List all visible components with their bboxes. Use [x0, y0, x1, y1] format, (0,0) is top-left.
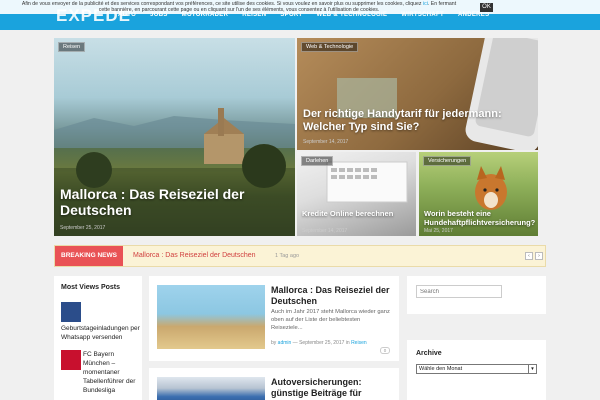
archive-month-select[interactable]: Wähle den Monat ▼: [416, 364, 537, 374]
post-card: Mallorca : Das Reiseziel der Deutschen A…: [149, 276, 399, 361]
breaking-news-label: BREAKING NEWS: [55, 246, 123, 266]
post-excerpt: Auch im Jahr 2017 steht Mallorca wieder …: [271, 309, 390, 331]
category-tag[interactable]: Versicherungen: [423, 156, 472, 166]
featured-dog-date: Mai 25, 2017: [424, 228, 453, 234]
cookie-banner: Afin de vous envoyer de la publicité et …: [0, 0, 600, 14]
search-widget: [407, 276, 546, 314]
post-card: Autoversicherungen: günstige Beiträge fü…: [149, 368, 399, 400]
post-date: — September 25, 2017 in: [291, 340, 352, 346]
post-by: by: [271, 340, 277, 346]
post-thumbnail[interactable]: [61, 302, 81, 322]
featured-main-date: September 25, 2017: [60, 225, 106, 231]
breaking-next-button[interactable]: ›: [535, 252, 543, 260]
post-category-link[interactable]: Reisen: [351, 340, 367, 346]
featured-phone-date: September 14, 2017: [303, 139, 349, 145]
breaking-news-bar: BREAKING NEWS Mallorca : Das Reiseziel d…: [54, 245, 546, 267]
category-tag[interactable]: Darlehen: [301, 156, 334, 166]
post-thumbnail[interactable]: [157, 285, 265, 349]
category-tag[interactable]: Reisen: [58, 42, 86, 52]
featured-main-tile[interactable]: Reisen Mallorca : Das Reiseziel der Deut…: [54, 38, 295, 236]
archive-select-value: Wähle den Monat: [419, 366, 463, 372]
comment-count-icon[interactable]: 0: [380, 347, 390, 354]
most-views-item-title[interactable]: FC Bayern München – momentaner Tabellenf…: [83, 350, 141, 395]
cookie-text: Afin de vous envoyer de la publicité et …: [4, 1, 474, 13]
cookie-ok-button[interactable]: OK: [480, 3, 493, 12]
archive-widget: Archive Wähle den Monat ▼: [407, 340, 546, 400]
most-views-heading: Most Views Posts: [61, 284, 121, 291]
archive-heading: Archive: [416, 350, 442, 357]
cookie-text-tail: . En fermant: [427, 1, 457, 7]
post-title[interactable]: Mallorca : Das Reiseziel der Deutschen: [271, 285, 393, 307]
cookie-text-line2: cette bannière, en parcourant cette page…: [98, 7, 380, 13]
post-author-link[interactable]: admin: [278, 340, 292, 346]
featured-laptop-date: September 14, 2017: [302, 228, 348, 234]
post-title[interactable]: Autoversicherungen: günstige Beiträge fü…: [271, 377, 393, 400]
search-input[interactable]: [416, 285, 502, 298]
featured-laptop-title[interactable]: Kredite Online berechnen: [302, 209, 414, 218]
featured-dog-title[interactable]: Worin besteht eine Hundehaftpflichtversi…: [424, 209, 538, 227]
featured-main-title[interactable]: Mallorca : Das Reiseziel der Deutschen: [60, 186, 285, 218]
most-views-item[interactable]: FC Bayern München – momentaner Tabellenf…: [61, 350, 141, 400]
post-thumbnail[interactable]: [157, 377, 265, 400]
featured-grid: Reisen Mallorca : Das Reiseziel der Deut…: [54, 38, 538, 236]
most-views-item[interactable]: Geburtstageinladungen per Whatsapp verse…: [61, 302, 141, 342]
most-views-widget: Most Views Posts Geburtstageinladungen p…: [54, 276, 142, 400]
most-views-item-title[interactable]: Geburtstageinladungen per Whatsapp verse…: [61, 324, 141, 342]
post-thumbnail[interactable]: [61, 350, 81, 370]
category-tag[interactable]: Web & Technologie: [301, 42, 359, 52]
post-meta: by admin — September 25, 2017 in Reisen: [271, 340, 367, 346]
breaking-news-time: 1 Tag ago: [275, 253, 300, 259]
featured-phone-title[interactable]: Der richtige Handytarif für jedermann: W…: [303, 108, 533, 134]
breaking-prev-button[interactable]: ‹: [525, 252, 533, 260]
featured-phone-tile[interactable]: Web & Technologie Der richtige Handytari…: [297, 38, 538, 150]
featured-laptop-tile[interactable]: Darlehen Kredite Online berechnen Septem…: [297, 152, 416, 236]
chevron-down-icon[interactable]: ▼: [528, 365, 536, 373]
breaking-news-headline[interactable]: Mallorca : Das Reiseziel der Deutschen: [133, 252, 256, 259]
featured-dog-tile[interactable]: Versicherungen Worin besteht eine Hundeh…: [419, 152, 538, 236]
